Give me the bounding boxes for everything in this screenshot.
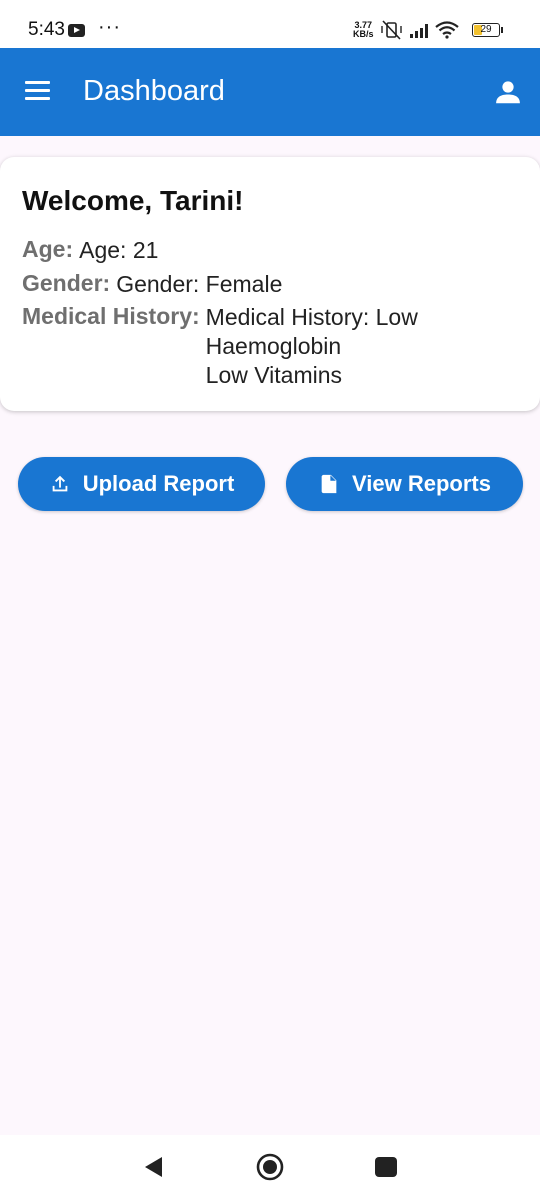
battery-tip bbox=[501, 27, 503, 33]
age-label: Age: bbox=[22, 236, 74, 262]
welcome-title: Welcome, Tarini! bbox=[22, 185, 244, 216]
battery-level: 29 bbox=[480, 24, 492, 35]
medical-history-value: Medical History: Low Haemoglobin Low Vit… bbox=[206, 303, 418, 390]
network-speed-unit: KB/s bbox=[353, 29, 374, 39]
medical-history-line: Haemoglobin bbox=[205, 333, 342, 359]
gender-label: Gender: bbox=[22, 270, 111, 296]
battery-icon: 29 bbox=[472, 23, 500, 37]
home-circle-icon[interactable] bbox=[256, 1153, 284, 1181]
upload-icon bbox=[52, 475, 68, 492]
hamburger-menu-icon[interactable] bbox=[25, 81, 51, 101]
view-reports-button[interactable]: View Reports bbox=[286, 457, 523, 511]
welcome-card: Welcome, Tarini! Age: Age: 21 Gender: Ge… bbox=[0, 157, 540, 411]
recents-square-icon[interactable] bbox=[375, 1157, 397, 1177]
vibrate-off-icon bbox=[381, 20, 402, 40]
system-navigation-bar bbox=[0, 1135, 540, 1200]
gender-row: Gender: Gender: Female bbox=[22, 270, 282, 299]
view-reports-label: View Reports bbox=[352, 471, 491, 496]
medical-history-line: Medical History: Low bbox=[205, 304, 418, 330]
app-bar: Dashboard bbox=[0, 48, 540, 136]
youtube-notification-icon bbox=[68, 24, 85, 37]
wifi-icon bbox=[435, 21, 459, 39]
status-bar: 5:43 ··· 3.77 KB/s 29 bbox=[0, 0, 540, 48]
upload-report-button[interactable]: Upload Report bbox=[18, 457, 265, 511]
status-time: 5:43 bbox=[28, 19, 65, 40]
gender-value: Gender: Female bbox=[116, 271, 283, 297]
upload-report-label: Upload Report bbox=[82, 471, 235, 496]
back-triangle-icon[interactable] bbox=[144, 1156, 164, 1178]
person-icon[interactable] bbox=[493, 77, 523, 107]
page-title: Dashboard bbox=[83, 75, 225, 107]
signal-icon bbox=[410, 24, 428, 38]
document-icon bbox=[321, 474, 337, 494]
more-notifications-indicator: ··· bbox=[98, 16, 121, 38]
status-icons bbox=[380, 20, 468, 45]
medical-history-label: Medical History: bbox=[22, 303, 200, 329]
age-value: Age: 21 bbox=[79, 237, 159, 263]
medical-history-line: Low Vitamins bbox=[205, 362, 343, 388]
network-speed: 3.77 KB/s bbox=[353, 21, 374, 39]
age-row: Age: Age: 21 bbox=[22, 236, 158, 265]
medical-history-row: Medical History: Medical History: Low Ha… bbox=[22, 303, 418, 390]
